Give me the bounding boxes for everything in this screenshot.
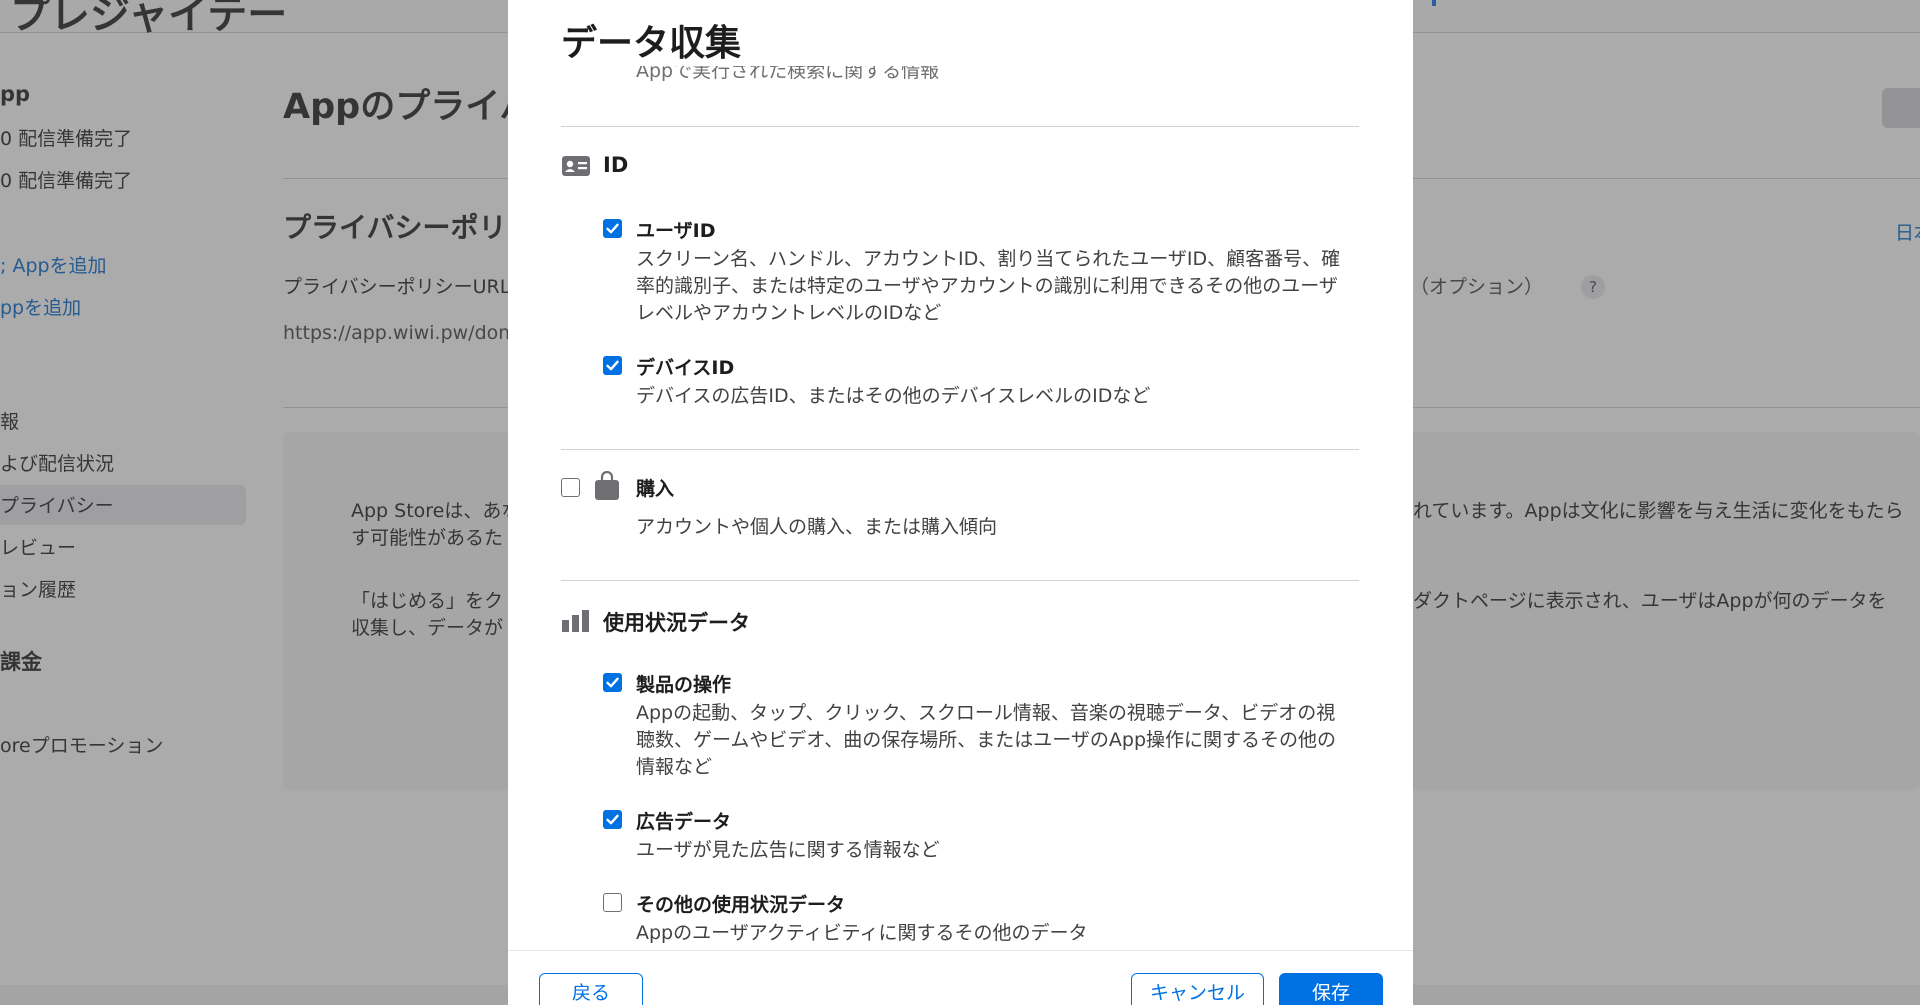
cut-off-description: Appで実行された検索に関する情報 (636, 66, 940, 82)
category-desc-purchases: アカウントや個人の購入、または購入傾向 (636, 516, 998, 538)
item-desc-line: Appのユーザアクティビティに関するその他のデータ (636, 922, 1088, 944)
item-desc-line: レベルやアカウントレベルのIDなど (636, 302, 942, 324)
item-title-advertising-data: 広告データ (636, 811, 732, 833)
item-title-user-id: ユーザID (636, 220, 716, 242)
bar-chart-icon (561, 610, 591, 636)
modal-footer: 戻る キャンセル 保存 (508, 950, 1413, 1005)
device-id-checkbox[interactable] (603, 356, 622, 375)
item-desc-line: Appの起動、タップ、クリック、スクロール情報、音楽の視聴データ、ビデオの視 (636, 702, 1336, 724)
modal-title: データ収集 (561, 23, 742, 64)
user-id-checkbox[interactable] (603, 219, 622, 238)
divider (561, 580, 1359, 581)
modal-scroll-area[interactable]: Appで実行された検索に関する情報 ID ユーザID スクリーン名、ハンドル、ア… (508, 66, 1413, 950)
category-title-usage: 使用状況データ (603, 611, 750, 635)
item-desc-line: デバイスの広告ID、またはその他のデバイスレベルのIDなど (636, 385, 1151, 407)
item-desc-line: 情報など (636, 756, 713, 778)
item-desc-line: ユーザが見た広告に関する情報など (636, 839, 940, 861)
id-card-icon (561, 154, 591, 182)
data-collection-modal: データ収集 Appで実行された検索に関する情報 ID ユーザID スクリーン名、… (508, 0, 1413, 1005)
item-desc-line: 聴数、ゲームやビデオ、曲の保存場所、またはユーザのApp操作に関するその他の (636, 729, 1337, 751)
back-button[interactable]: 戻る (539, 973, 643, 1005)
category-title-id: ID (603, 153, 629, 177)
divider (561, 126, 1359, 127)
save-button[interactable]: 保存 (1279, 973, 1383, 1005)
item-title-device-id: デバイスID (636, 357, 735, 379)
item-title-product-interaction: 製品の操作 (636, 674, 732, 696)
item-desc-line: スクリーン名、ハンドル、アカウントID、割り当てられたユーザID、顧客番号、確 (636, 248, 1341, 270)
cancel-button[interactable]: キャンセル (1131, 973, 1264, 1005)
other-usage-data-checkbox[interactable] (603, 893, 622, 912)
divider (561, 449, 1359, 450)
product-interaction-checkbox[interactable] (603, 673, 622, 692)
purchases-checkbox[interactable] (561, 478, 580, 497)
item-title-other-usage-data: その他の使用状況データ (636, 894, 846, 916)
shopping-bag-icon (594, 470, 620, 505)
category-title-purchases: 購入 (636, 478, 675, 500)
advertising-data-checkbox[interactable] (603, 810, 622, 829)
item-desc-line: 率的識別子、または特定のユーザやアカウントの識別に利用できるその他のユーザ (636, 275, 1338, 297)
